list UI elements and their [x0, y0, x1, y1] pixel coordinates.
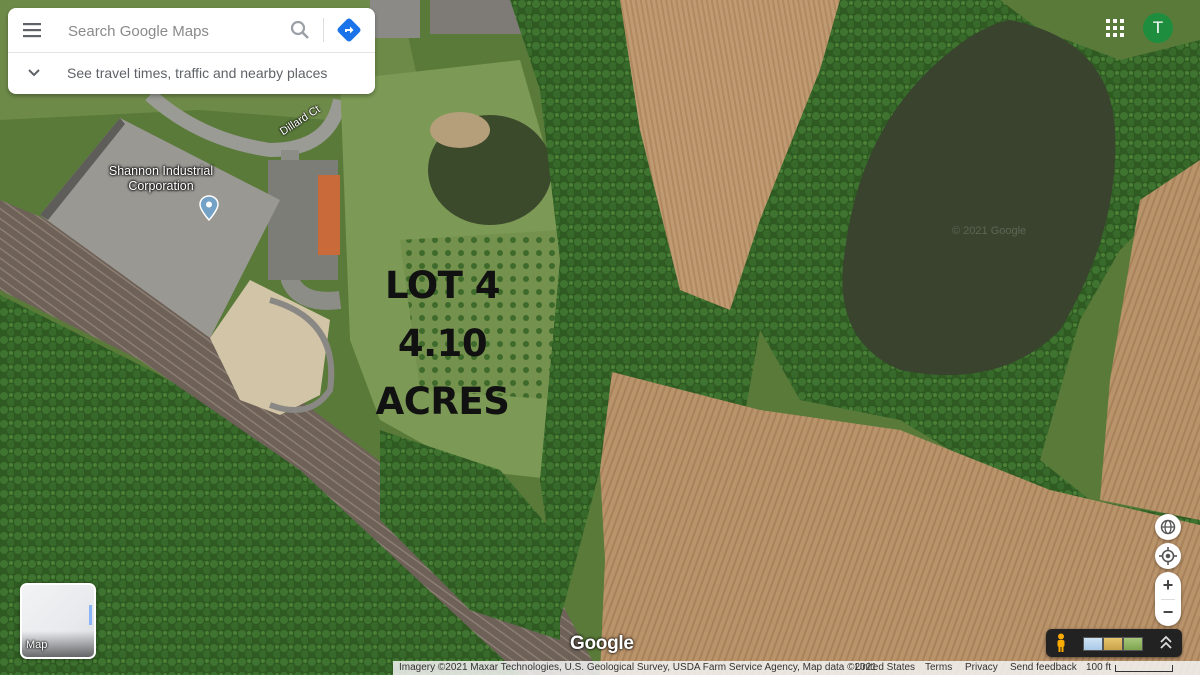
scale-bar [1115, 665, 1173, 672]
directions-icon[interactable] [336, 17, 362, 43]
travel-times-text: See travel times, traffic and nearby pla… [67, 65, 328, 81]
lot-overlay-line2: 4.10 [397, 322, 488, 365]
layers-toggle-button[interactable]: Map [20, 583, 96, 659]
globe-icon [1160, 519, 1176, 535]
poi-name-line2: Corporation [128, 179, 194, 193]
imagery-thumbnail-2[interactable] [1103, 637, 1123, 651]
search-divider [323, 18, 324, 42]
layers-thumb-road [89, 605, 92, 625]
my-location-icon [1159, 547, 1177, 565]
imagery-watermark: © 2021 Google [952, 225, 1027, 237]
globe-view-button[interactable] [1155, 514, 1181, 540]
layers-label: Map [26, 639, 48, 651]
pegman-icon[interactable] [1054, 633, 1068, 653]
apps-grid-icon[interactable] [1104, 17, 1126, 39]
my-location-button[interactable] [1155, 543, 1181, 569]
send-feedback-link[interactable]: Send feedback [1010, 661, 1077, 675]
zoom-controls: + − [1155, 572, 1181, 626]
imagery-thumbnail-3[interactable] [1123, 637, 1143, 651]
privacy-link[interactable]: Privacy [965, 661, 998, 675]
lot-overlay-line3: ACRES [375, 380, 510, 423]
poi-label[interactable]: Shannon Industrial Corporation [102, 164, 220, 194]
account-avatar[interactable]: T [1143, 13, 1173, 43]
imagery-thumbnail-1[interactable] [1083, 637, 1103, 651]
expand-up-icon[interactable] [1158, 634, 1174, 652]
poi-name-line1: Shannon Industrial [108, 164, 214, 178]
chevron-down-icon [28, 69, 40, 77]
country-link[interactable]: United States [855, 661, 915, 675]
attribution-bar: Imagery ©2021 Maxar Technologies, U.S. G… [393, 661, 1200, 675]
terms-link[interactable]: Terms [925, 661, 952, 675]
imagery-credits: Imagery ©2021 Maxar Technologies, U.S. G… [399, 662, 877, 673]
search-input[interactable] [66, 19, 280, 43]
search-row [8, 8, 375, 53]
search-icon[interactable] [288, 18, 312, 42]
menu-icon[interactable] [20, 20, 46, 40]
map-pin-icon[interactable] [199, 195, 219, 221]
search-panel: See travel times, traffic and nearby pla… [8, 8, 375, 94]
lot-overlay-line1: LOT 4 [384, 264, 501, 307]
scale-label[interactable]: 100 ft [1086, 661, 1111, 675]
zoom-in-button[interactable]: + [1155, 572, 1181, 599]
satellite-map[interactable] [0, 0, 1200, 675]
google-logo: Google [570, 633, 634, 654]
zoom-out-button[interactable]: − [1155, 599, 1181, 626]
travel-times-row[interactable]: See travel times, traffic and nearby pla… [8, 52, 375, 94]
street-view-bar [1046, 629, 1182, 657]
